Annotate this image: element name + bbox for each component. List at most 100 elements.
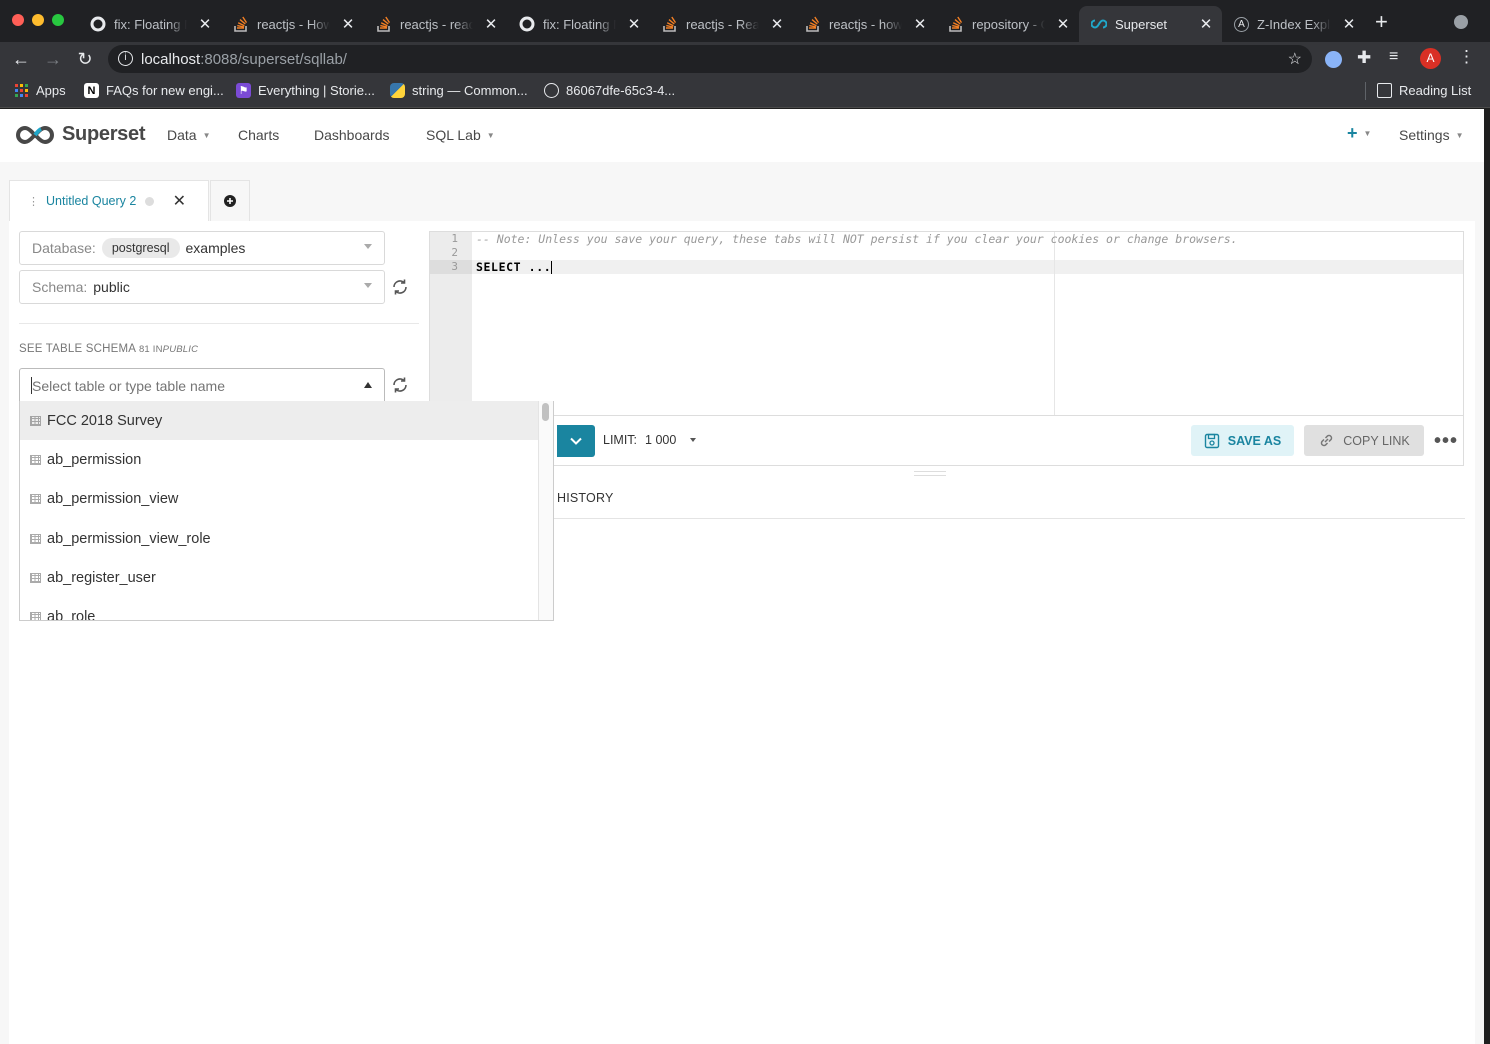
close-tab-icon[interactable]: ✕ (910, 15, 930, 33)
schema-value: public (93, 279, 130, 295)
line-number: 1 (451, 232, 458, 245)
table-option[interactable]: ab_role (20, 597, 553, 621)
close-tab-icon[interactable]: ✕ (1196, 15, 1216, 33)
refresh-schema-icon[interactable] (391, 278, 411, 298)
dropdown-scrollbar[interactable] (538, 401, 553, 620)
results-tabs-divider (549, 518, 1465, 519)
database-select[interactable]: Database: postgresql examples (19, 231, 385, 265)
site-info-icon[interactable]: i (118, 51, 133, 66)
close-tab-icon[interactable]: ✕ (338, 15, 358, 33)
code-area[interactable]: -- Note: Unless you save your query, the… (476, 232, 1238, 274)
close-tab-icon[interactable]: ✕ (195, 15, 215, 33)
url-path: :8088/superset/sqllab/ (200, 50, 347, 68)
save-as-button[interactable]: SAVE AS (1191, 425, 1294, 456)
save-as-label: SAVE AS (1227, 433, 1282, 448)
browser-tab-active[interactable]: Superset ✕ (1079, 6, 1222, 42)
close-icon[interactable]: ✕ (173, 191, 186, 211)
table-icon (30, 612, 41, 620)
bookmark-apps[interactable]: Apps (14, 83, 66, 98)
maximize-window-button[interactable] (52, 14, 64, 26)
github-icon (519, 16, 535, 32)
browser-tab[interactable]: reactjs - how ✕ (793, 6, 936, 42)
scrollbar-thumb[interactable] (542, 403, 549, 421)
bookmark-star-icon[interactable]: ☆ (1288, 49, 1302, 69)
stackoverflow-icon (376, 16, 392, 32)
forward-icon[interactable]: → (42, 49, 64, 71)
run-options-button[interactable] (557, 425, 595, 457)
bookmark-uuid[interactable]: 86067dfe-65c3-4... (544, 83, 675, 98)
puzzle-icon[interactable]: ✚ (1357, 48, 1371, 68)
refresh-tables-icon[interactable] (391, 376, 411, 396)
reading-list[interactable]: Reading List (1377, 83, 1471, 98)
tab-untitled-query[interactable]: ⋮ Untitled Query 2 ✕ (9, 180, 209, 221)
menu-sql-lab[interactable]: SQL Lab ▼ (426, 127, 495, 143)
browser-tab[interactable]: reactjs - How ✕ (221, 6, 364, 42)
superset-logo[interactable]: Superset (14, 123, 145, 146)
more-options-icon[interactable]: ••• (1434, 430, 1458, 453)
bookmark-label: 86067dfe-65c3-4... (566, 83, 676, 98)
limit-dropdown[interactable]: LIMIT: 1 000 (603, 433, 697, 447)
close-window-button[interactable] (12, 14, 24, 26)
browser-tab[interactable]: repository - G ✕ (936, 6, 1079, 42)
browser-tab[interactable]: fix: Floating M ✕ (507, 6, 650, 42)
new-item-menu[interactable]: + ▼ (1347, 123, 1371, 144)
drag-handle-icon[interactable]: ⋮ (28, 195, 39, 208)
table-option-label: ab_register_user (47, 569, 156, 586)
browser-tab[interactable]: reactjs - react ✕ (364, 6, 507, 42)
table-option[interactable]: FCC 2018 Survey (20, 401, 553, 441)
browser-toolbar: ← → ↻ i localhost:8088/superset/sqllab/ … (0, 42, 1490, 76)
table-search-input[interactable] (32, 377, 332, 394)
table-option[interactable]: ab_permission (20, 440, 553, 479)
line-number: 2 (451, 246, 458, 259)
sql-editor[interactable]: 1 2 3 -- Note: Unless you save your quer… (429, 231, 1464, 416)
new-tab-icon[interactable]: + (1375, 9, 1388, 35)
bookmarks-bar: Apps N FAQs for new engi... ⚑ Everything… (0, 76, 1490, 108)
browser-tab[interactable]: A Z-Index Expla ✕ (1222, 6, 1365, 42)
media-icon[interactable]: ≡ (1389, 48, 1398, 66)
close-tab-icon[interactable]: ✕ (767, 15, 787, 33)
tab-history[interactable]: HISTORY (557, 491, 614, 505)
database-engine-badge: postgresql (101, 238, 180, 258)
browser-tab[interactable]: fix: Floating M ✕ (78, 6, 221, 42)
profile-avatar[interactable]: A (1420, 48, 1441, 69)
add-query-tab-button[interactable] (210, 180, 250, 221)
tab-search-icon[interactable] (1454, 15, 1468, 29)
line-number-gutter: 1 2 3 (430, 232, 472, 415)
menu-charts[interactable]: Charts (238, 127, 279, 143)
menu-data[interactable]: Data ▼ (167, 127, 211, 143)
close-tab-icon[interactable]: ✕ (481, 15, 501, 33)
reload-icon[interactable]: ↻ (74, 49, 96, 71)
copy-link-button[interactable]: COPY LINK (1304, 425, 1424, 456)
tab-title: reactjs - how (829, 16, 902, 32)
extension-icon[interactable] (1325, 51, 1342, 68)
table-option[interactable]: ab_register_user (20, 558, 553, 597)
close-tab-icon[interactable]: ✕ (624, 15, 644, 33)
bookmark-stories[interactable]: ⚑ Everything | Storie... (236, 83, 375, 98)
stackoverflow-icon (233, 16, 249, 32)
bookmark-faqs[interactable]: N FAQs for new engi... (84, 83, 224, 98)
chevron-down-icon (364, 244, 372, 249)
minimize-window-button[interactable] (32, 14, 44, 26)
table-select[interactable] (19, 368, 385, 402)
bookmark-python[interactable]: string — Common... (390, 83, 528, 98)
menu-dashboards-label: Dashboards (314, 127, 390, 143)
address-bar[interactable]: i localhost:8088/superset/sqllab/ ☆ (108, 45, 1312, 73)
browser-menu-icon[interactable]: ⋮ (1458, 47, 1475, 67)
tab-title: reactjs - Reac (686, 16, 759, 32)
menu-settings[interactable]: Settings ▼ (1399, 127, 1464, 143)
menu-settings-label: Settings (1399, 127, 1450, 143)
bookmark-label: Apps (36, 83, 66, 98)
table-option[interactable]: ab_permission_view (20, 480, 553, 519)
table-option[interactable]: ab_permission_view_role (20, 519, 553, 558)
chevron-up-icon[interactable] (364, 382, 372, 388)
browser-tab[interactable]: reactjs - Reac ✕ (650, 6, 793, 42)
table-option-label: ab_role (47, 609, 96, 621)
menu-dashboards[interactable]: Dashboards (314, 127, 390, 143)
split-drag-handle[interactable] (914, 471, 946, 476)
close-tab-icon[interactable]: ✕ (1053, 15, 1073, 33)
schema-select[interactable]: Schema: public (19, 270, 385, 304)
link-icon (1321, 434, 1333, 447)
close-tab-icon[interactable]: ✕ (1339, 15, 1359, 33)
back-icon[interactable]: ← (10, 49, 32, 71)
